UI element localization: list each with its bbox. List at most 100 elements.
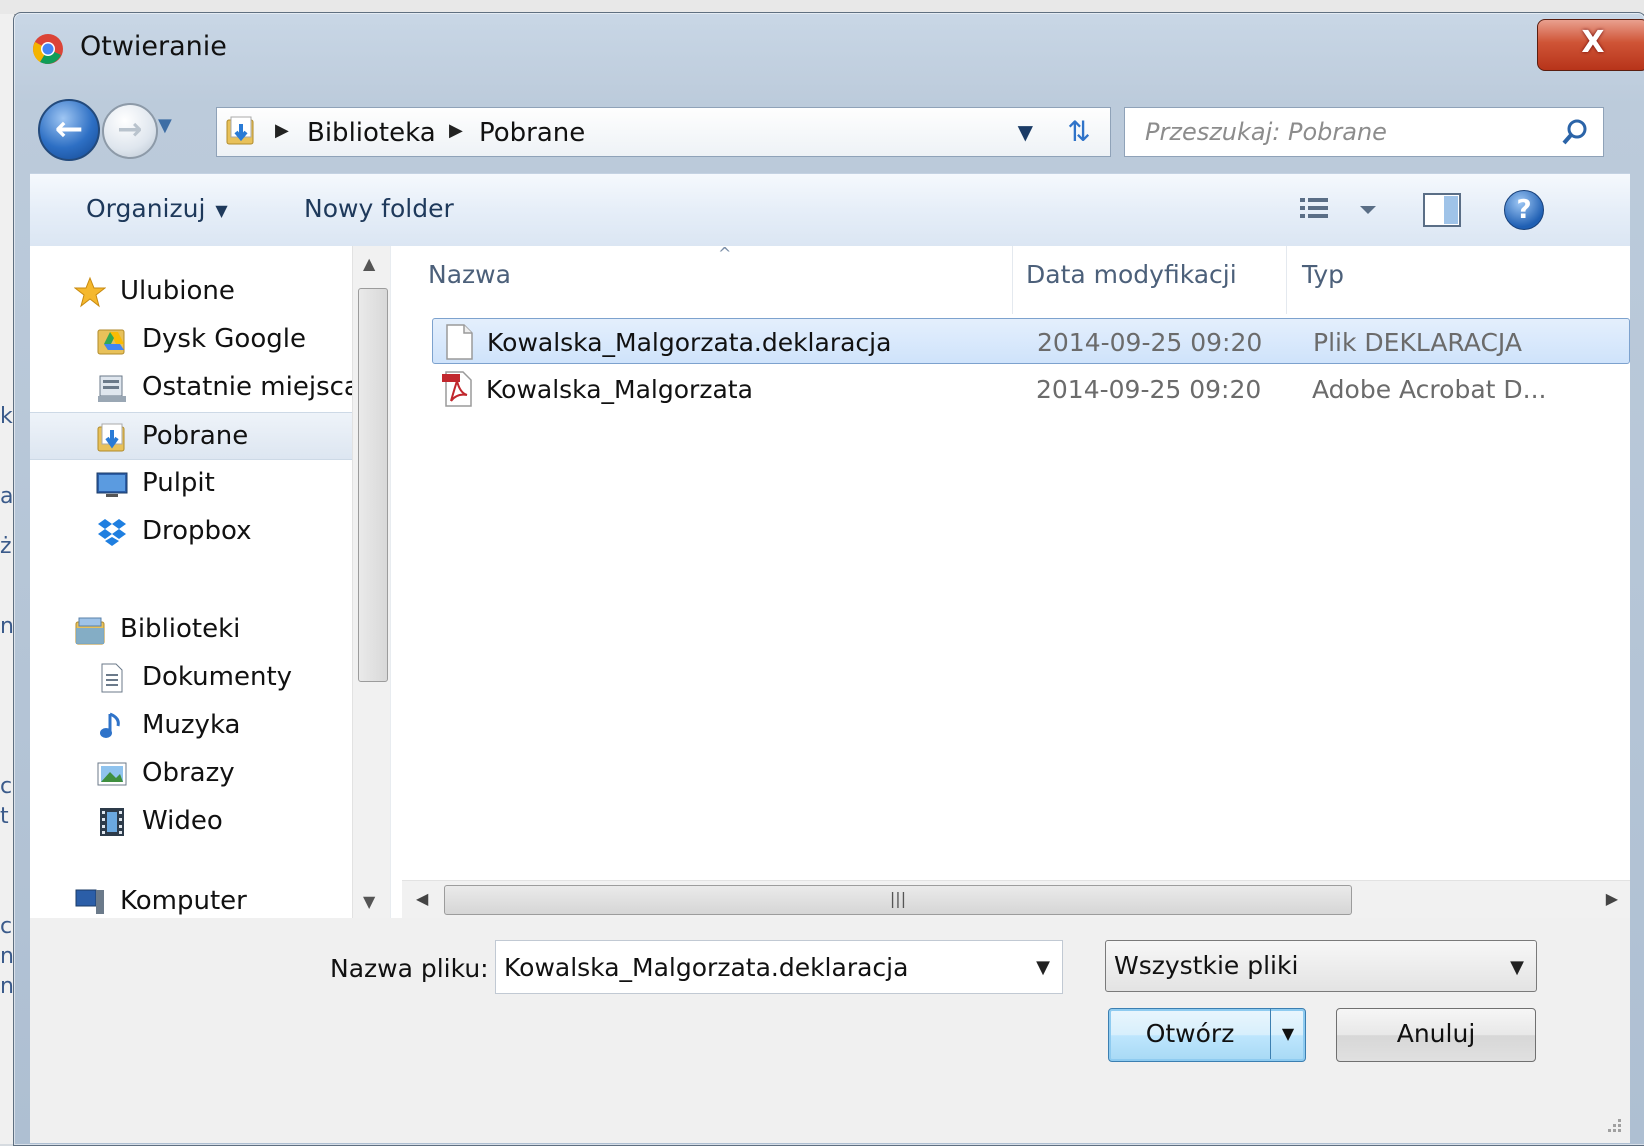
forward-button[interactable]: → (102, 103, 158, 159)
search-box[interactable] (1124, 107, 1604, 157)
filename-combobox[interactable]: ▼ (495, 940, 1063, 994)
horizontal-scrollbar[interactable]: ◀ ||| ▶ (402, 880, 1630, 919)
sidebar-item-obrazy[interactable]: Obrazy (30, 750, 352, 796)
sidebar-item-pulpit[interactable]: Pulpit (30, 460, 352, 506)
table-row[interactable]: Kowalska_Malgorzata 2014-09-25 09:20 Adobe… (432, 366, 1630, 412)
sidebar-item-label: Dokumenty (142, 662, 293, 692)
sidebar-item-label: Ulubione (120, 276, 235, 306)
sidebar-item-label: Muzyka (142, 710, 241, 740)
scroll-thumb[interactable] (358, 288, 388, 682)
search-icon[interactable] (1561, 118, 1589, 146)
sidebar-item-dropbox[interactable]: Dropbox (30, 508, 352, 554)
sidebar-item-label: Obrazy (142, 758, 235, 788)
filename-label: Nazwa pliku: (330, 954, 489, 983)
sidebar-item-label: Dysk Google (142, 324, 306, 354)
google-drive-folder-icon (96, 324, 128, 356)
sidebar-item-biblioteki[interactable]: Biblioteki (30, 606, 352, 652)
downloads-folder-icon (226, 116, 254, 145)
filename-input[interactable] (496, 941, 1016, 993)
sidebar-item-wideo[interactable]: Wideo (30, 798, 352, 844)
recent-locations-dropdown[interactable]: ▼ (158, 115, 172, 136)
computer-icon (74, 886, 106, 918)
filetype-value: Wszystkie pliki (1114, 951, 1299, 980)
file-name: Kowalska_Malgorzata.deklaracja (487, 328, 892, 357)
file-list: ^ Nazwa Data modyfikacji Typ Kowalska_Ma… (402, 244, 1630, 919)
recent-places-icon (96, 372, 128, 404)
pane-divider[interactable] (390, 246, 401, 918)
resize-grip-icon[interactable] (1604, 1117, 1622, 1135)
window-title: Otwieranie (80, 31, 227, 62)
column-separator[interactable] (1012, 246, 1013, 314)
pdf-file-icon (442, 371, 474, 407)
scroll-down-icon[interactable]: ▼ (363, 892, 375, 911)
dialog-body: Ulubione Dysk Google Ostatnie miejsca Pobra… (30, 244, 1630, 919)
sidebar-item-pobrane[interactable]: Pobrane (30, 412, 352, 460)
search-input[interactable] (1125, 108, 1547, 156)
sidebar-item-label: Wideo (142, 806, 223, 836)
filetype-select[interactable]: Wszystkie pliki ▼ (1105, 940, 1537, 992)
sidebar-item-komputer[interactable]: Komputer (30, 878, 352, 918)
sort-ascending-icon: ^ (718, 244, 732, 263)
star-icon (73, 276, 107, 308)
back-button[interactable]: ← (38, 99, 100, 161)
breadcrumb-separator[interactable]: ▶ (275, 120, 289, 141)
open-label: Otwórz (1145, 1019, 1235, 1048)
sidebar-item-label: Komputer (120, 886, 247, 916)
sidebar-item-label: Pobrane (142, 421, 249, 451)
new-folder-button[interactable]: Nowy folder (304, 194, 454, 223)
chrome-icon (33, 34, 63, 64)
file-type: Plik DEKLARACJA (1313, 328, 1522, 357)
desktop-icon (96, 468, 128, 500)
sidebar-item-label: Ostatnie miejsca (142, 372, 352, 402)
breadcrumb-separator[interactable]: ▶ (449, 120, 463, 141)
preview-pane-icon[interactable] (1422, 192, 1462, 228)
address-bar[interactable]: ▶ Biblioteka ▶ Pobrane ▼ (216, 107, 1050, 157)
sidebar-item-muzyka[interactable]: Muzyka (30, 702, 352, 748)
dropbox-icon (96, 516, 128, 548)
close-button[interactable]: X (1537, 19, 1644, 71)
chevron-down-icon[interactable]: ▼ (1036, 957, 1050, 978)
sidebar-item-label: Biblioteki (120, 614, 241, 644)
column-separator[interactable] (1286, 246, 1287, 314)
address-dropdown-icon[interactable]: ▼ (1018, 120, 1033, 144)
dialog-footer: Nazwa pliku: ▼ Wszystkie pliki ▼ Otwórz … (30, 918, 1630, 1143)
documents-icon (96, 662, 128, 694)
background-window-left: każ nct cnn (0, 14, 14, 1144)
file-type: Adobe Acrobat D... (1312, 375, 1547, 404)
blank-file-icon (443, 324, 475, 360)
sidebar-item-ostatnie-miejsca[interactable]: Ostatnie miejsca (30, 364, 352, 410)
table-row[interactable]: Kowalska_Malgorzata.deklaracja 2014-09-25… (432, 318, 1630, 364)
scroll-left-icon[interactable]: ◀ (416, 889, 428, 908)
libraries-icon (74, 614, 106, 646)
open-options-dropdown[interactable]: ▼ (1270, 1009, 1305, 1059)
chevron-down-icon[interactable]: ▼ (1510, 957, 1524, 978)
sidebar-item-dysk-google[interactable]: Dysk Google (30, 316, 352, 362)
refresh-button[interactable]: ⇅ (1048, 107, 1111, 157)
change-view-button[interactable] (1300, 192, 1390, 228)
sidebar-item-dokumenty[interactable]: Dokumenty (30, 654, 352, 700)
command-toolbar: Organizuj ▼ Nowy folder ? (30, 173, 1630, 247)
music-icon (96, 710, 128, 742)
help-button[interactable]: ? (1504, 190, 1544, 230)
open-button[interactable]: Otwórz ▼ (1108, 1008, 1306, 1062)
organize-menu-button[interactable]: Organizuj ▼ (86, 194, 228, 223)
file-date: 2014-09-25 09:20 (1036, 375, 1262, 404)
sidebar-item-ulubione[interactable]: Ulubione (30, 268, 352, 314)
sidebar-item-label: Pulpit (142, 468, 215, 498)
scroll-thumb[interactable]: ||| (444, 885, 1352, 915)
navigation-pane[interactable]: Ulubione Dysk Google Ostatnie miejsca Pobra… (30, 246, 352, 918)
sidebar-item-label: Dropbox (142, 516, 252, 546)
organize-label: Organizuj (86, 194, 206, 223)
scroll-up-icon[interactable]: ▲ (363, 254, 375, 273)
navigation-bar: ← → ▼ ▶ Biblioteka ▶ Pobrane ▼ ⇅ (38, 91, 1638, 171)
pictures-icon (96, 758, 128, 790)
breadcrumb-pobrane[interactable]: Pobrane (479, 118, 585, 148)
downloads-folder-icon (96, 421, 128, 453)
scroll-right-icon[interactable]: ▶ (1606, 889, 1618, 908)
navigation-scrollbar[interactable]: ▲ ▼ (352, 246, 391, 918)
breadcrumb-biblioteka[interactable]: Biblioteka (307, 118, 436, 148)
open-file-dialog: Otwieranie X ← → ▼ ▶ Biblioteka ▶ Pobran… (13, 12, 1644, 1146)
cancel-button[interactable]: Anuluj (1336, 1008, 1536, 1062)
title-bar: Otwieranie X (14, 13, 1644, 83)
file-name: Kowalska_Malgorzata (486, 375, 753, 404)
